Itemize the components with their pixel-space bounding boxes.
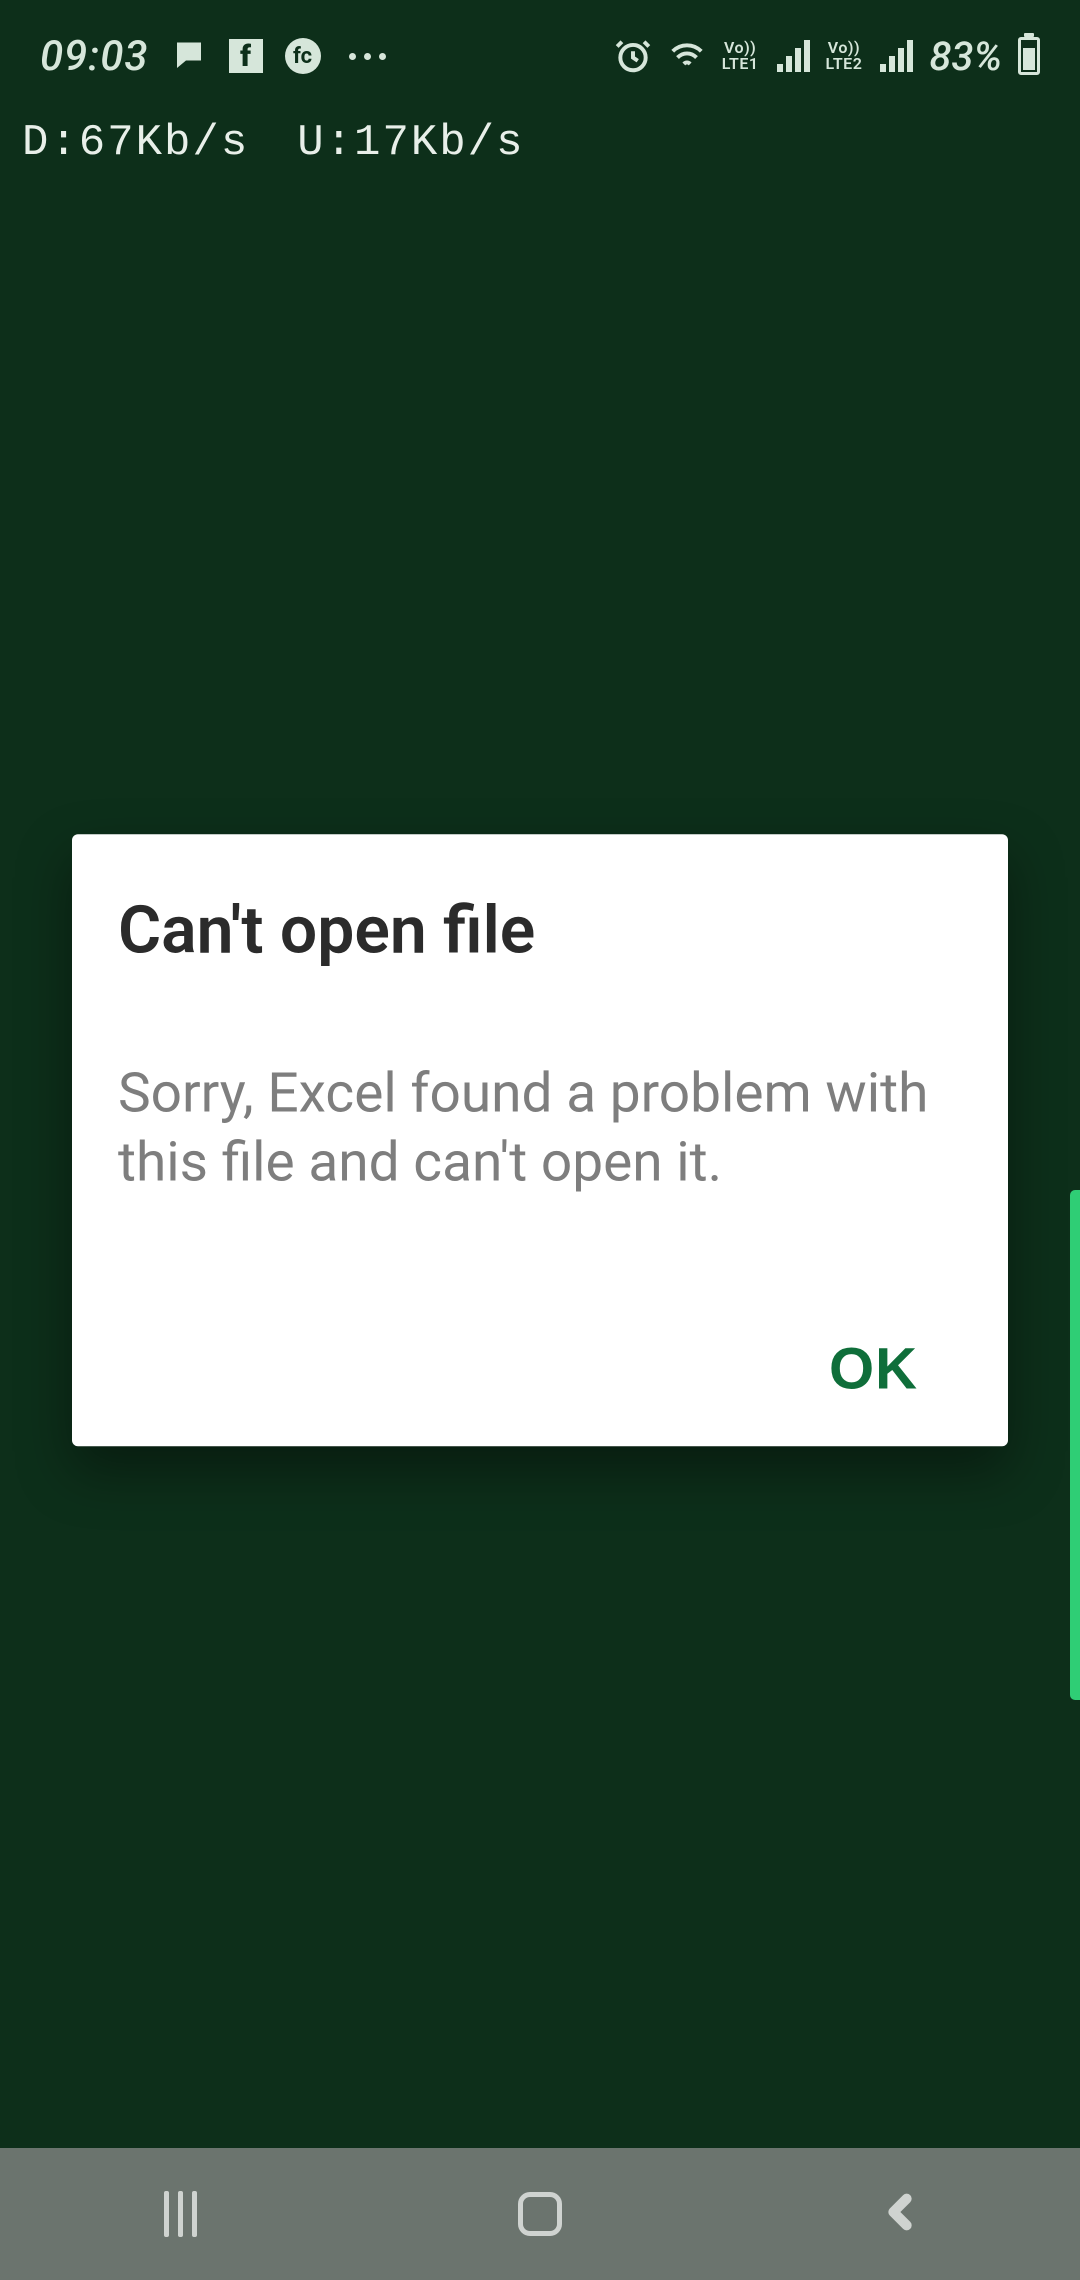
- battery-icon: [1018, 37, 1040, 75]
- home-button[interactable]: [450, 2192, 630, 2236]
- ok-button[interactable]: OK: [809, 1327, 938, 1410]
- home-icon: [518, 2192, 562, 2236]
- back-button[interactable]: [810, 2189, 990, 2239]
- sim2-lte-label: LTE2: [826, 56, 863, 72]
- alarm-icon: [614, 37, 652, 75]
- signal-bars-1-icon: [777, 40, 810, 72]
- back-icon: [880, 2189, 920, 2239]
- sim1-lte-label: LTE1: [722, 56, 759, 72]
- network-speed-overlay: D:67Kb/s U:17Kb/s: [22, 118, 524, 168]
- dialog-message: Sorry, Excel found a problem with this f…: [118, 1059, 962, 1197]
- fc-icon: fc: [285, 38, 321, 74]
- battery-percent: 83%: [929, 33, 1002, 80]
- status-right: Vo)) LTE1 Vo)) LTE2 83%: [614, 33, 1040, 80]
- chat-icon: [171, 38, 207, 74]
- recents-icon: [164, 2191, 197, 2237]
- sim2-indicator: Vo)) LTE2: [826, 40, 863, 72]
- more-notifications-icon: [349, 53, 386, 60]
- error-dialog: Can't open file Sorry, Excel found a pro…: [72, 834, 1008, 1446]
- sim1-indicator: Vo)) LTE1: [722, 40, 759, 72]
- navigation-bar: [0, 2148, 1080, 2280]
- dialog-title: Can't open file: [118, 892, 962, 969]
- download-speed: D:67Kb/s: [22, 118, 249, 168]
- clock-time: 09:03: [40, 32, 149, 81]
- screen: 09:03 f fc Vo)) LTE1 Vo)) LTE2: [0, 0, 1080, 2280]
- scroll-indicator[interactable]: [1070, 1190, 1080, 1700]
- wifi-icon: [668, 37, 706, 75]
- signal-bars-2-icon: [880, 40, 913, 72]
- recents-button[interactable]: [90, 2191, 270, 2237]
- status-bar: 09:03 f fc Vo)) LTE1 Vo)) LTE2: [0, 0, 1080, 112]
- dialog-actions: OK: [118, 1327, 962, 1410]
- status-left: 09:03 f fc: [40, 32, 386, 81]
- facebook-icon: f: [229, 39, 263, 73]
- upload-speed: U:17Kb/s: [297, 118, 524, 168]
